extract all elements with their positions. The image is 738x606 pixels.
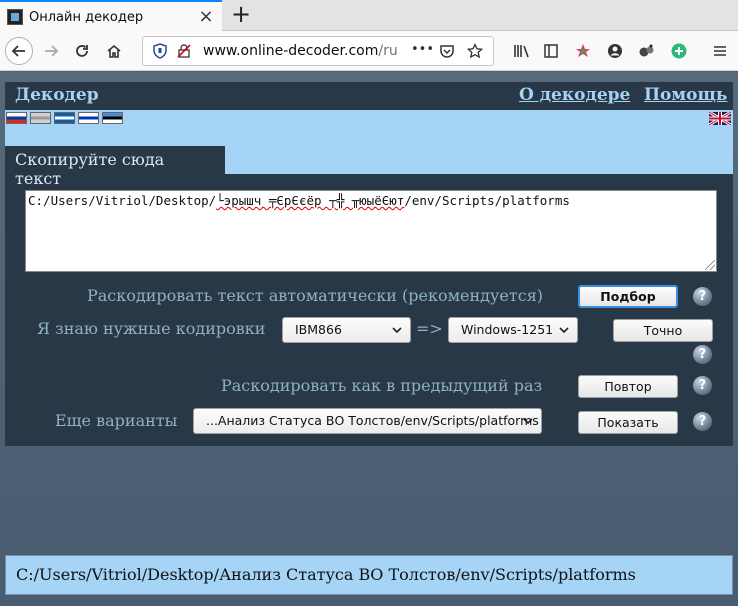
repeat-decode-label: Раскодировать как в предыдущий раз [221, 376, 543, 395]
text-path-prefix: C:/Users/Vitriol/Desktop/ [28, 193, 217, 208]
decoder-panel: Декодер О декодере Помощь Скопируйте сюд… [5, 82, 733, 446]
tab-strip: Онлайн декодер × + [0, 0, 738, 32]
site-title: Декодер [15, 85, 99, 105]
reload-button[interactable] [68, 37, 96, 65]
text-path-suffix: /env/Scripts/platforms [404, 193, 570, 208]
browser-tab[interactable]: Онлайн декодер × [0, 0, 222, 32]
help-repeat-icon[interactable]: ? [693, 376, 712, 395]
target-encoding-select[interactable]: Windows-1251 [448, 317, 578, 343]
url-text: www.online-decoder.com/ru [203, 43, 398, 59]
decoded-result-text: C:/Users/Vitriol/Desktop/Анализ Статуса … [5, 555, 733, 595]
menu-button[interactable] [706, 37, 734, 65]
extension-button-2[interactable] [633, 37, 661, 65]
help-link[interactable]: Помощь [644, 85, 727, 105]
home-icon [107, 44, 121, 58]
library-button[interactable] [508, 37, 536, 65]
arrow-left-icon [11, 45, 25, 57]
source-encoding-value: IBM866 [295, 322, 342, 337]
navigation-toolbar: www.online-decoder.com/ru ••• [0, 31, 738, 71]
variants-value: ...Анализ Статуса ВО Толстов/env/Scripts… [206, 413, 539, 428]
about-link[interactable]: О декодере [519, 85, 630, 105]
page-actions-icon[interactable]: ••• [411, 42, 434, 57]
bubbles-extension-icon [639, 44, 654, 57]
arrow-right-icon [45, 45, 59, 57]
known-encodings-label: Я знаю нужные кодировки [37, 319, 266, 338]
help-auto-icon[interactable]: ? [693, 287, 712, 306]
source-text-input[interactable]: C:/Users/Vitriol/Desktop/└эрышч ╤ЄрЄєёр … [25, 190, 717, 272]
exact-decode-button[interactable]: Точно [613, 319, 713, 342]
target-encoding-value: Windows-1251 [461, 322, 554, 337]
more-variants-label: Еще варианты [55, 411, 178, 430]
input-section-tab: Скопируйте сюда текст [5, 146, 225, 188]
account-button[interactable] [601, 37, 629, 65]
chevron-down-icon [392, 327, 402, 334]
green-extension-icon [671, 43, 687, 59]
help-variants-icon[interactable]: ? [693, 412, 712, 431]
bookmark-star-icon[interactable] [467, 43, 483, 59]
variants-select[interactable]: ...Анализ Статуса ВО Толстов/env/Scripts… [193, 408, 542, 434]
text-garbled-segment: └эрышч ╤ЄрЄєёр ┬╬ ╥юыёЄют [216, 193, 405, 208]
source-encoding-select[interactable]: IBM866 [282, 317, 411, 343]
conversion-arrow: => [416, 319, 443, 338]
reload-icon [76, 45, 88, 57]
estonia-flag-icon[interactable] [102, 112, 123, 124]
shield-icon[interactable] [152, 43, 168, 59]
pocket-icon[interactable] [439, 43, 455, 59]
new-tab-icon[interactable]: + [228, 2, 254, 28]
address-bar[interactable]: www.online-decoder.com/ru ••• [142, 36, 494, 66]
help-exact-icon[interactable]: ? [693, 345, 712, 364]
chevron-down-icon [523, 418, 533, 425]
language-bar [5, 110, 733, 146]
site-favicon-icon [7, 9, 23, 25]
greek-flag-icon[interactable] [54, 112, 75, 124]
auto-decode-label: Раскодировать текст автоматически (реком… [87, 286, 544, 305]
insecure-lock-icon[interactable] [176, 43, 192, 59]
israel-flag-icon[interactable] [78, 112, 99, 124]
close-tab-icon[interactable]: × [196, 7, 216, 27]
back-button[interactable] [5, 37, 33, 65]
resize-handle-icon[interactable] [705, 260, 715, 270]
extension-button-3[interactable] [665, 37, 693, 65]
uk-flag-icon[interactable] [709, 112, 731, 125]
sidebar-icon [544, 44, 558, 58]
auto-select-button[interactable]: Подбор [578, 285, 678, 308]
russian-flag-icon[interactable] [6, 112, 27, 124]
home-button[interactable] [100, 37, 128, 65]
hamburger-menu-icon [714, 46, 726, 56]
section-strip [225, 146, 733, 174]
forward-button[interactable] [37, 37, 65, 65]
library-icon [514, 45, 529, 58]
repeat-button[interactable]: Повтор [578, 375, 678, 398]
belarus-flag-icon[interactable] [30, 112, 51, 124]
sidebar-button[interactable] [537, 37, 565, 65]
account-icon [608, 44, 622, 58]
tab-title: Онлайн декодер [29, 9, 144, 25]
colorful-star-extension-icon [576, 44, 590, 57]
show-button[interactable]: Показать [578, 411, 678, 434]
chevron-down-icon [559, 327, 569, 334]
extension-button-1[interactable] [569, 37, 597, 65]
page-viewport: Декодер О декодере Помощь Скопируйте сюд… [0, 72, 738, 606]
